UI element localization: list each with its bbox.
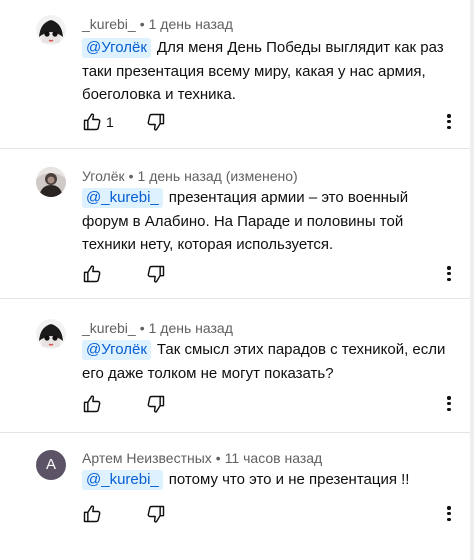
more-options-icon[interactable] xyxy=(446,504,452,524)
comment-text: @_kurebi_ потому что это и не презентация… xyxy=(82,468,454,492)
scroll-edge xyxy=(470,0,474,560)
avatar[interactable] xyxy=(36,167,66,197)
comment-meta: Уголёк • 1 день назад (изменено) xyxy=(82,167,298,185)
thumbs-down-icon[interactable] xyxy=(146,264,166,284)
comment-meta: Артем Неизвестных • 11 часов назад xyxy=(82,449,322,467)
mention-link[interactable]: @_kurebi_ xyxy=(82,188,163,208)
comment-body: потому что это и не презентация !! xyxy=(168,471,410,488)
meta-separator: • xyxy=(215,450,221,466)
mention-link[interactable]: @Уголёк xyxy=(82,340,151,360)
thumbs-up-icon[interactable] xyxy=(82,504,102,524)
avatar[interactable]: А xyxy=(36,450,66,480)
comment-text: @Уголёк Для меня День Победы выглядит как… xyxy=(82,36,454,107)
like-count: 1 xyxy=(106,114,114,130)
thumbs-down-icon[interactable] xyxy=(146,394,166,414)
comment-author[interactable]: _kurebi_ xyxy=(82,320,136,336)
divider xyxy=(0,432,474,433)
comment-timestamp[interactable]: 1 день назад xyxy=(149,16,233,32)
comment-author[interactable]: Уголёк xyxy=(82,168,125,184)
thumbs-up-icon[interactable] xyxy=(82,394,102,414)
more-options-icon[interactable] xyxy=(446,264,452,284)
more-options-icon[interactable] xyxy=(446,112,452,132)
comment-author[interactable]: Артем Неизвестных xyxy=(82,450,212,466)
meta-separator: • xyxy=(128,168,134,184)
avatar[interactable] xyxy=(36,15,66,45)
comment-author[interactable]: _kurebi_ xyxy=(82,16,136,32)
comment-meta: _kurebi_ • 1 день назад xyxy=(82,319,233,337)
thumbs-down-icon[interactable] xyxy=(146,112,166,132)
comment-text: @_kurebi_ презентация армии – это военный… xyxy=(82,186,454,257)
comment-timestamp[interactable]: 1 день назад xyxy=(149,320,233,336)
thumbs-up-icon[interactable] xyxy=(82,264,102,284)
comment-meta: _kurebi_ • 1 день назад xyxy=(82,15,233,33)
divider xyxy=(0,148,474,149)
avatar[interactable] xyxy=(36,319,66,349)
comment-timestamp[interactable]: 11 часов назад xyxy=(225,450,323,466)
mention-link[interactable]: @_kurebi_ xyxy=(82,470,163,490)
meta-separator: • xyxy=(139,320,145,336)
thumbs-up-icon[interactable] xyxy=(82,112,102,132)
comment-text: @Уголёк Так смысл этих парадов с техникой… xyxy=(82,338,454,385)
divider xyxy=(0,298,474,299)
comment-timestamp[interactable]: 1 день назад (изменено) xyxy=(138,168,298,184)
thumbs-down-icon[interactable] xyxy=(146,504,166,524)
more-options-icon[interactable] xyxy=(446,394,452,414)
mention-link[interactable]: @Уголёк xyxy=(82,38,151,58)
meta-separator: • xyxy=(139,16,145,32)
